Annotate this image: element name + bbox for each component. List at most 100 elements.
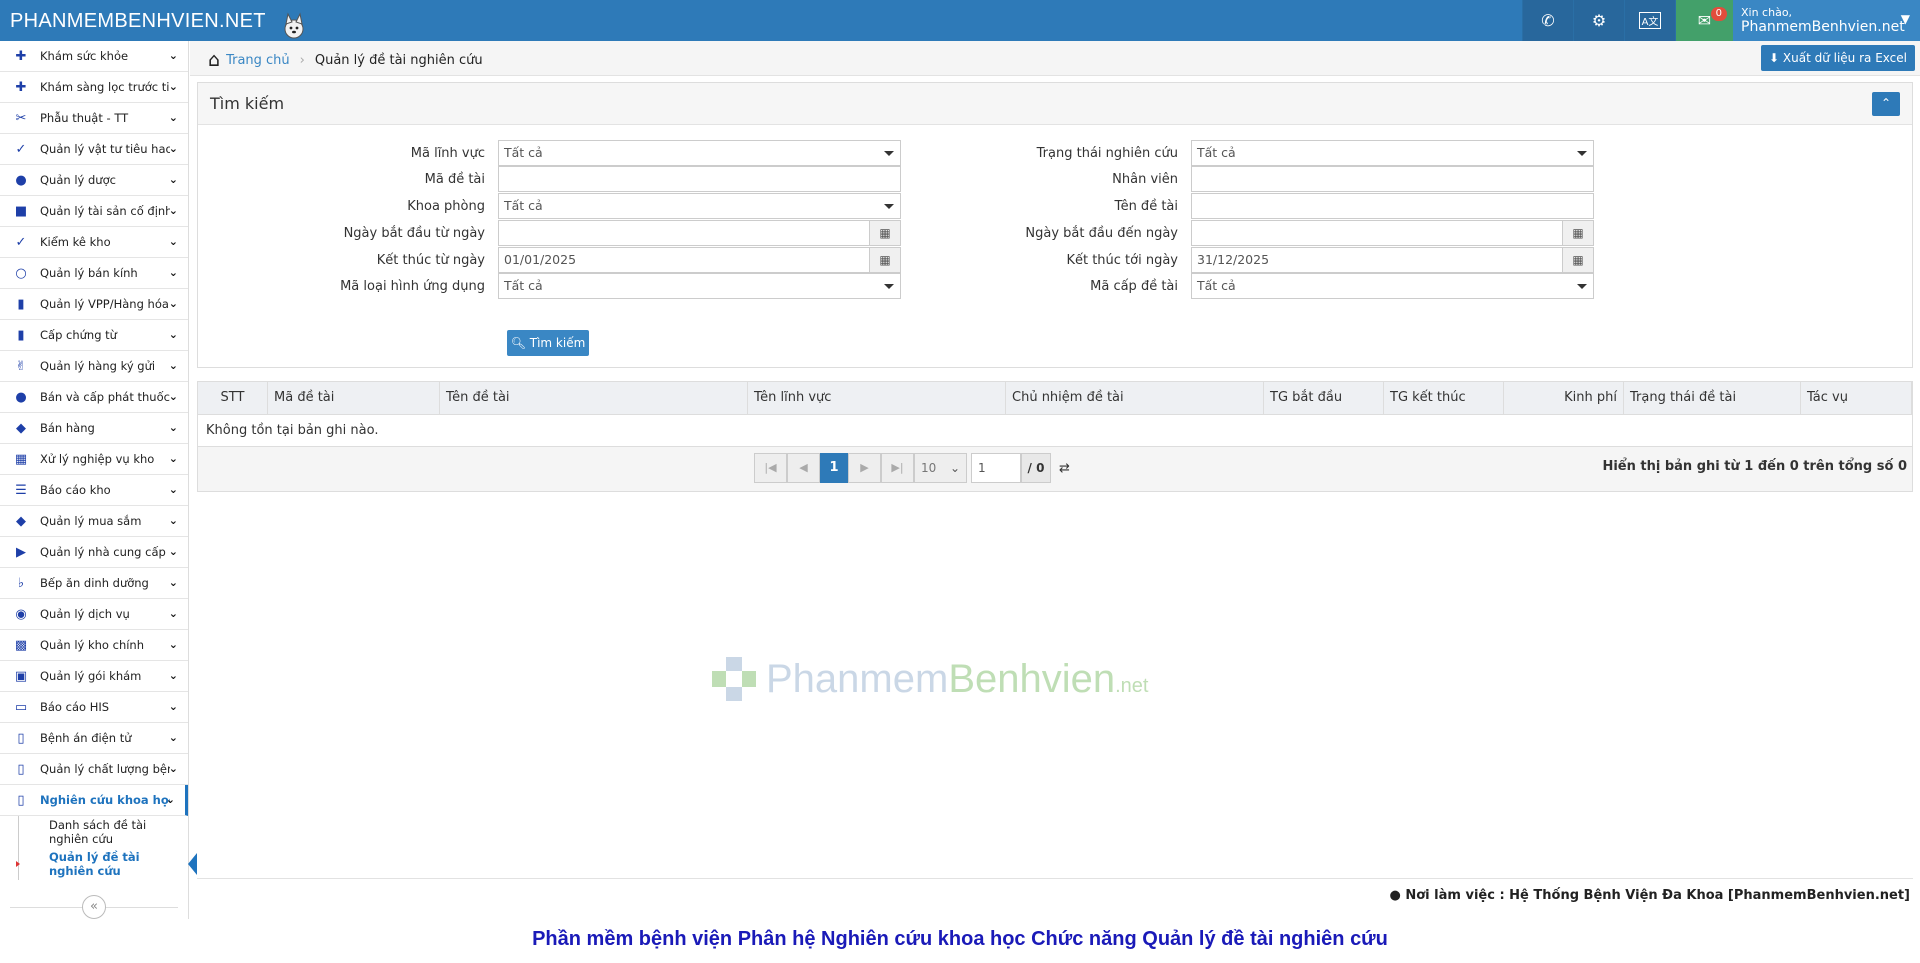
sidebar-item-4[interactable]: ● Quản lý dược ⌄ [0,165,188,196]
sidebar-subitem-0[interactable]: Danh sách đề tài nghiên cứu [18,816,188,848]
sidebar-item-15[interactable]: ◆ Quản lý mua sắm ⌄ [0,506,188,537]
left-date-input-3[interactable]: ▦ [498,220,901,246]
workplace-info: ● Nơi làm việc : Hệ Thống Bệnh Viện Đa K… [1390,888,1911,903]
select-value: Tất cả [504,198,543,213]
sidebar-item-1[interactable]: ✚ Khám sàng lọc trước tiêm⌄ [0,72,188,103]
sidebar-item-19[interactable]: ▩ Quản lý kho chính ⌄ [0,630,188,661]
left-text-input-1[interactable] [498,166,901,192]
sidebar-item-0[interactable]: ✚ Khám sức khỏe ⌄ [0,41,188,72]
export-excel-button[interactable]: ⬇ Xuất dữ liệu ra Excel [1761,45,1915,71]
sidebar-item-3[interactable]: ✓ Quản lý vật tư tiêu hao ⌄ [0,134,188,165]
column-header-6[interactable]: TG kết thúc [1384,382,1504,414]
sidebar-item-9[interactable]: ▮ Cấp chứng từ ⌄ [0,320,188,351]
last-page-button[interactable]: ▶| [881,453,914,483]
column-header-1[interactable]: Mã đề tài [268,382,440,414]
filter-label: Nhân viên [1112,171,1178,187]
sidebar-item-20[interactable]: ▣ Quản lý gói khám ⌄ [0,661,188,692]
page-number-input[interactable]: 1 [971,453,1021,483]
sidebar-item-13[interactable]: ▦ Xử lý nghiệp vụ kho ⌄ [0,444,188,475]
sidebar-item-2[interactable]: ✂ Phẫu thuật - TT ⌄ [0,103,188,134]
column-header-4[interactable]: Chủ nhiệm đề tài [1006,382,1264,414]
right-date-input-4[interactable]: 31/12/2025 ▦ [1191,247,1594,273]
home-icon[interactable]: ⌂ [208,49,220,71]
sidebar-item-18[interactable]: ◉ Quản lý dịch vụ ⌄ [0,599,188,630]
left-select-0[interactable]: Tất cả [498,140,901,166]
sidebar-item-8[interactable]: ▮ Quản lý VPP/Hàng hóa ⌄ [0,289,188,320]
chevron-down-icon: ⌄ [168,111,178,124]
search-button[interactable]: 🔍︎ Tìm kiếm [507,330,589,356]
chevron-down-icon: ⌄ [168,297,178,310]
user-menu[interactable]: Xin chào, PhanmemBenhvien.net ▼ [1733,0,1920,41]
first-page-button[interactable]: |◀ [754,453,787,483]
sidebar-item-11[interactable]: ● Bán và cấp phát thuốc ⌄ [0,382,188,413]
right-select-0[interactable]: Tất cả [1191,140,1594,166]
sidebar-item-12[interactable]: ◆ Bán hàng ⌄ [0,413,188,444]
sidebar-item-21[interactable]: ▭ Báo cáo HIS ⌄ [0,692,188,723]
phone-button[interactable]: ✆ [1522,0,1573,41]
right-select-5[interactable]: Tất cả [1191,273,1594,299]
sidebar-item-16[interactable]: ▶ Quản lý nhà cung cấp ⌄ [0,537,188,568]
sidebar-item-label: Bệnh án điện tử [40,731,132,745]
select-value: Tất cả [504,145,543,160]
sidebar-item-24[interactable]: ▯ Nghiên cứu khoa học ⌄ [0,785,188,816]
sidebar-item-22[interactable]: ▯ Bệnh án điện tử ⌄ [0,723,188,754]
collapse-sidebar-button[interactable]: « [82,895,106,919]
filter-row-left-1: Mã đề tài [198,166,901,192]
right-date-input-3[interactable]: ▦ [1191,220,1594,246]
chevron-down-icon: ⌄ [949,461,960,475]
right-text-input-2[interactable] [1191,193,1594,219]
brand-logo[interactable]: PHANMEMBENHVIEN.NET [10,10,266,33]
sidebar-item-5[interactable]: ■ Quản lý tài sản cố định ⌄ [0,196,188,227]
service-icon: ◉ [15,606,27,622]
shuffle-icon[interactable]: ⇄ [1059,461,1070,476]
footer-divider [197,878,1913,879]
medical-cross-icon [712,657,756,701]
breadcrumb-home-link[interactable]: Trang chủ [226,53,290,68]
prev-page-button[interactable]: ◀ [787,453,820,483]
download-icon: ⬇ [1769,51,1780,65]
column-header-8[interactable]: Trạng thái đề tài [1624,382,1801,414]
filter-row-right-4: Kết thúc tới ngày 31/12/2025 ▦ [851,247,1594,273]
medkit-icon: ✚ [15,79,27,95]
chevron-down-icon: ⌄ [168,669,178,682]
calendar-icon[interactable]: ▦ [1562,221,1593,245]
cart-icon: ◆ [16,513,26,529]
sidebar-item-17[interactable]: ♭ Bếp ăn dinh dưỡng ⌄ [0,568,188,599]
chevron-down-icon: ⌄ [168,173,178,186]
page-size-select[interactable]: 10 ⌄ [914,453,967,483]
left-date-input-4[interactable]: 01/01/2025 ▦ [498,247,901,273]
filter-label: Mã đề tài [424,171,485,187]
sidebar-subitem-1[interactable]: Quản lý đề tài nghiên cứu [16,848,197,880]
column-header-3[interactable]: Tên lĩnh vực [748,382,1006,414]
column-header-9[interactable]: Tác vụ [1801,382,1912,414]
search-button-label: Tìm kiếm [529,336,586,350]
column-header-2[interactable]: Tên đề tài [440,382,748,414]
page-button-current[interactable]: 1 [820,453,848,483]
sidebar-item-10[interactable]: ✌ Quản lý hàng ký gửi ⌄ [0,351,188,382]
sidebar-item-14[interactable]: ☰ Báo cáo kho ⌄ [0,475,188,506]
left-select-2[interactable]: Tất cả [498,193,901,219]
watermark-part1: Phanmem [766,656,949,701]
column-header-7[interactable]: Kinh phí [1504,382,1624,414]
scissors-icon: ✂ [15,110,27,126]
settings-button[interactable]: ⚙ [1573,0,1624,41]
left-select-5[interactable]: Tất cả [498,273,901,299]
calendar-icon[interactable]: ▦ [1562,248,1593,272]
sidebar-item-label: Quản lý dược [40,173,116,187]
empty-message: Không tồn tại bản ghi nào. [198,415,1912,447]
column-header-5[interactable]: TG bắt đầu [1264,382,1384,414]
next-page-button[interactable]: ▶ [848,453,881,483]
sidebar-item-6[interactable]: ✓ Kiểm kê kho ⌄ [0,227,188,258]
language-button[interactable]: A文 [1624,0,1675,41]
column-header-0[interactable]: STT [198,382,268,414]
chevron-down-icon: ⌄ [168,483,178,496]
mail-button[interactable]: ✉ 0 [1675,0,1733,41]
collapse-panel-button[interactable]: ⌃ [1872,92,1900,116]
sidebar-item-label: Quản lý tài sản cố định [40,204,170,218]
sidebar-item-7[interactable]: ○ Quản lý bán kính ⌄ [0,258,188,289]
date-value: 01/01/2025 [504,252,577,267]
watermark-part3: .net [1115,674,1149,697]
total-pages: / 0 [1021,453,1051,483]
sidebar-item-23[interactable]: ▯ Quản lý chất lượng bệnh ⌄ [0,754,188,785]
right-text-input-1[interactable] [1191,166,1594,192]
